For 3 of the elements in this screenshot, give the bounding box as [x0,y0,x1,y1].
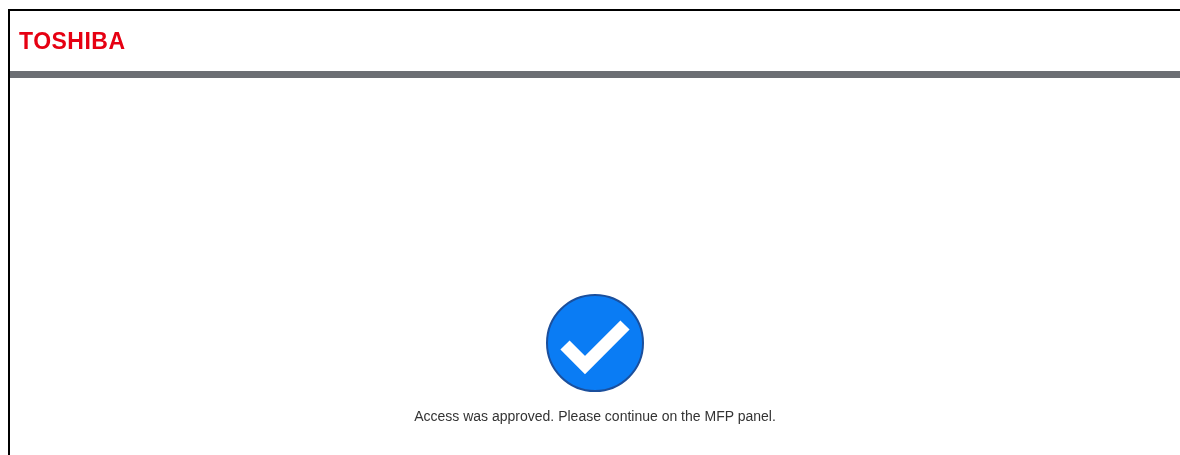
status-message: Access was approved. Please continue on the MFP panel. [414,407,776,426]
checkmark-icon [545,293,645,393]
logo: TOSHIBA [19,26,126,56]
